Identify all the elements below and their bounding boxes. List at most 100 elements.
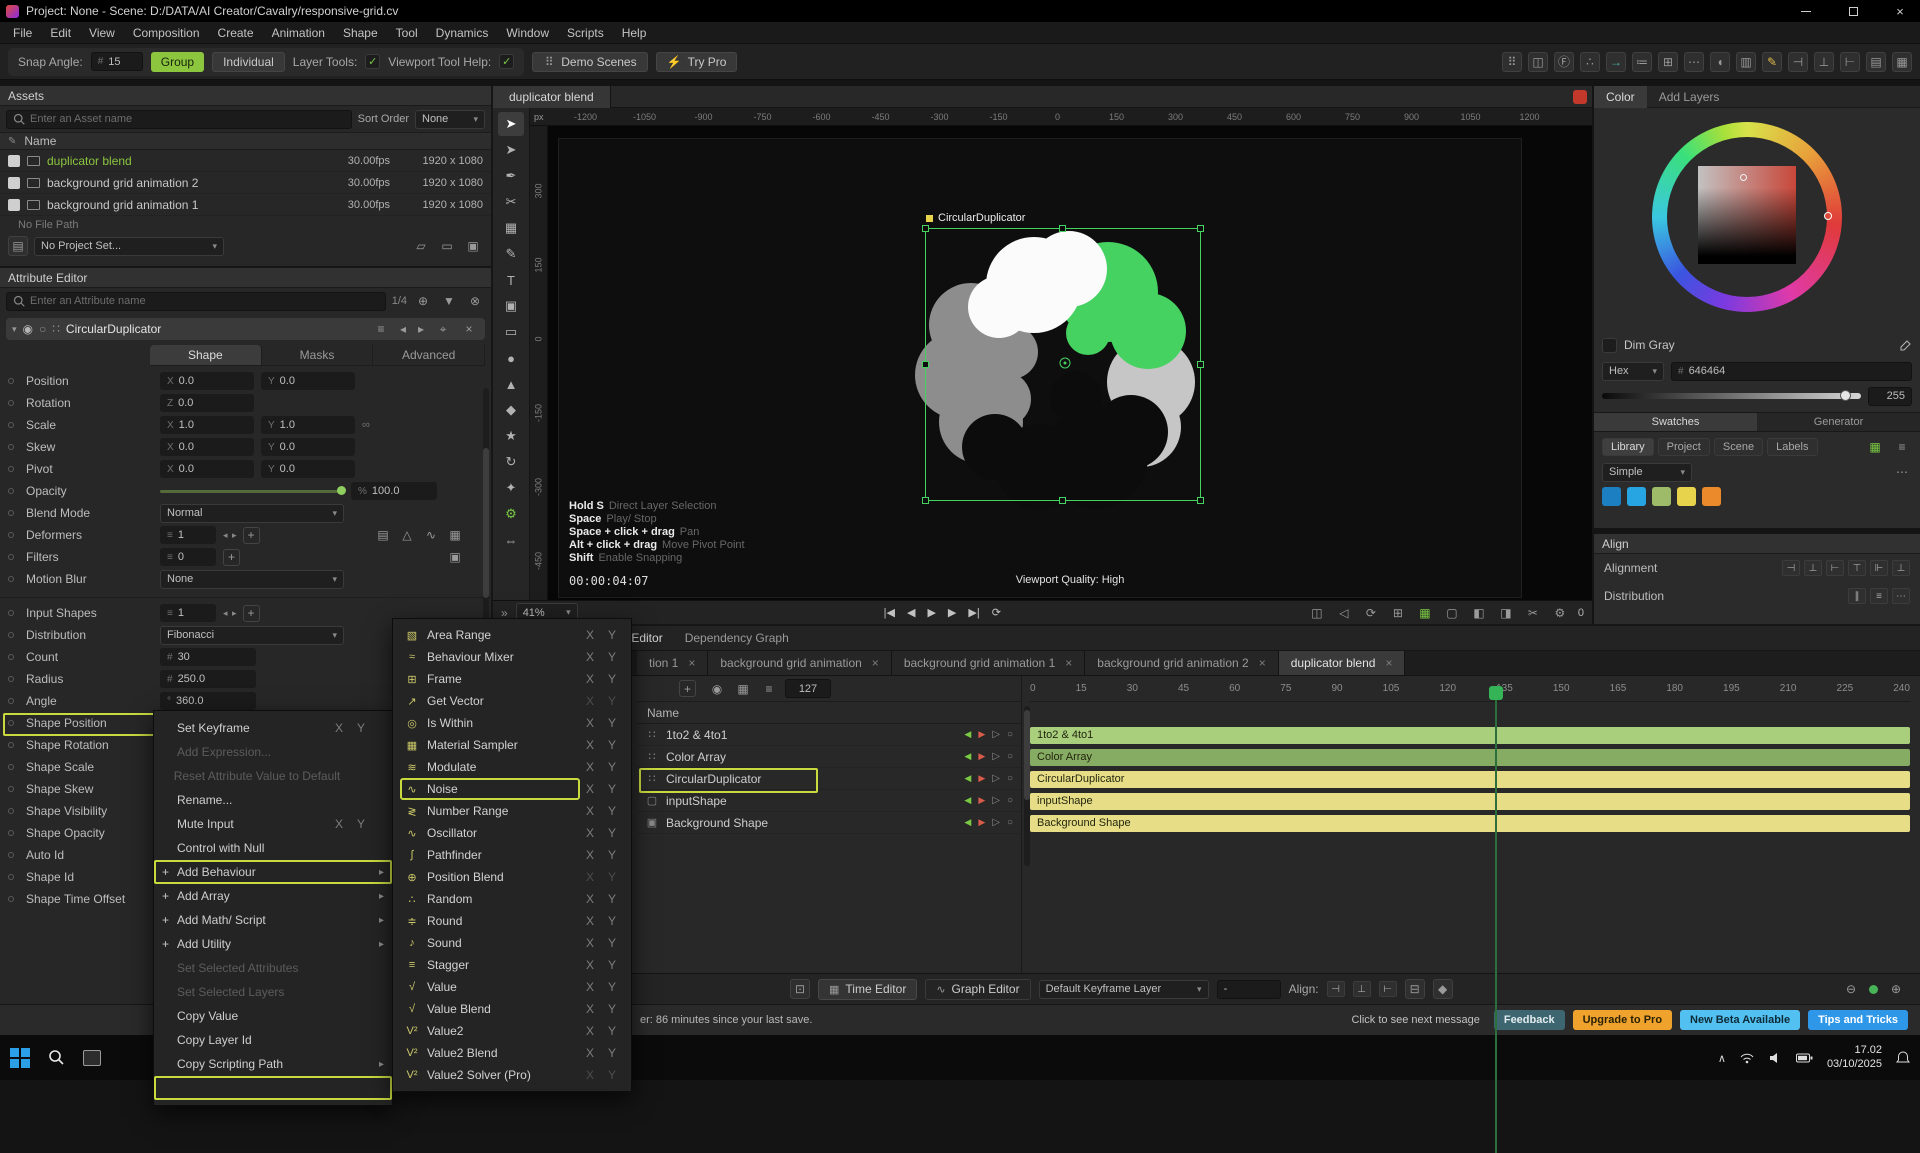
statusbar-button[interactable]: Upgrade to Pro [1573, 1010, 1672, 1030]
prev-frame-icon[interactable]: ◀ [907, 606, 915, 619]
sort-order-dropdown[interactable]: None [415, 110, 485, 129]
align-right-icon[interactable]: ⊢ [1826, 560, 1844, 576]
behaviour-menu-item[interactable]: ≋ Modulate X Y [393, 756, 631, 778]
menubar-item[interactable]: Create [209, 22, 263, 43]
loop-circle-icon[interactable]: ○ [1007, 751, 1013, 762]
sv-selector[interactable] [1740, 174, 1747, 181]
distribute-v-icon[interactable]: ≡ [1870, 588, 1888, 604]
library-tab[interactable]: Library [1602, 438, 1654, 456]
minimize-button[interactable] [1786, 0, 1826, 22]
menubar-item[interactable]: Window [497, 22, 558, 43]
layer-row[interactable]: ∷ CircularDuplicator ◀ ▶ ▷ ○ [637, 768, 1021, 790]
context-menu-item[interactable]: Reset Attribute Value to Default [154, 764, 392, 788]
rotation-z-field[interactable]: Z0.0 [160, 394, 254, 412]
layer-duration-bar[interactable]: Color Array [1030, 749, 1910, 766]
statusbar-button[interactable]: New Beta Available [1680, 1010, 1800, 1030]
radius-field[interactable]: #250.0 [160, 670, 256, 688]
attribute-tab[interactable]: Advanced [373, 345, 485, 365]
next-icon[interactable]: ▸ [415, 319, 427, 339]
distribution-dropdown[interactable]: Fibonacci [160, 626, 344, 645]
footer-value-field[interactable]: - [1217, 980, 1281, 999]
selection-handle[interactable] [1197, 497, 1204, 504]
asset-row[interactable]: background grid animation 1 30.00fps 192… [0, 194, 491, 216]
add-deformer-button[interactable] [243, 527, 260, 544]
layer-duration-bar[interactable]: Background Shape [1030, 815, 1910, 832]
distribute-h-icon[interactable]: ∥ [1848, 588, 1866, 604]
close-icon[interactable] [459, 319, 479, 339]
color-swatch[interactable] [1602, 487, 1621, 506]
timeline[interactable]: 0153045607590105120135150165180195210225… [1030, 676, 1910, 973]
composition-tab[interactable]: background grid animation 2 [1085, 651, 1278, 675]
behaviour-menu-item[interactable]: ∴ Random X Y [393, 888, 631, 910]
attribute-tab[interactable]: Shape [150, 345, 262, 365]
composition-tab[interactable]: background grid animation [708, 651, 891, 675]
motion-blur-dropdown[interactable]: None [160, 570, 344, 589]
context-menu-item[interactable]: Set Selected Layers [154, 980, 392, 1004]
pivot-y-field[interactable]: Y0.0 [261, 460, 355, 478]
behaviour-menu-item[interactable]: ≑ Round X Y [393, 910, 631, 932]
layer-row[interactable]: ∷ Color Array ◀ ▶ ▷ ○ [637, 746, 1021, 768]
list-icon[interactable]: ≡ [371, 319, 391, 339]
snap-grid-icon[interactable]: ⊞ [1388, 603, 1408, 623]
alpha-knob[interactable] [1840, 390, 1851, 401]
ellipse-tool[interactable]: ● [498, 346, 524, 370]
save-icon[interactable]: ▣ [463, 236, 483, 256]
hue-selector[interactable] [1824, 212, 1832, 220]
close-tab-icon[interactable] [1065, 656, 1072, 670]
prev-keyframe-icon[interactable]: ◀ [964, 773, 971, 784]
distribute-space-icon[interactable]: ⋯ [1892, 588, 1910, 604]
polygon-tool[interactable]: ▲ [498, 372, 524, 396]
prev-icon[interactable]: ◂ [397, 319, 409, 339]
color-panel-tab[interactable]: Add Layers [1647, 86, 1732, 108]
solo-icon[interactable]: ○ [39, 322, 46, 336]
screen-icon[interactable]: ▦ [1415, 603, 1435, 623]
loop-icon[interactable]: ⟳ [992, 606, 1001, 619]
color-chip[interactable] [1602, 338, 1617, 353]
play-icon[interactable]: ▶ [927, 606, 935, 619]
context-menu-item[interactable]: Control with Null [154, 836, 392, 860]
behaviour-menu-item[interactable]: V² Value2 Blend X Y [393, 1042, 631, 1064]
columns-icon[interactable]: ⊞ [1658, 52, 1678, 72]
individual-button[interactable]: Individual [212, 52, 285, 72]
export-arrow-icon[interactable]: → [1606, 52, 1626, 72]
graph-editor-button[interactable]: ∿Graph Editor [925, 979, 1030, 1000]
asset-row[interactable]: background grid animation 2 30.00fps 192… [0, 172, 491, 194]
project-set-dropdown[interactable]: No Project Set... [34, 237, 224, 256]
demo-scenes-button[interactable]: ⠿Demo Scenes [532, 52, 647, 72]
composition-tab[interactable]: background grid animation 1 [892, 651, 1085, 675]
timeline-ruler[interactable]: 0153045607590105120135150165180195210225… [1030, 676, 1910, 702]
next-keyframe-icon[interactable]: ▶ [978, 751, 985, 762]
prev-keyframe-icon[interactable]: ◀ [964, 751, 971, 762]
menubar-item[interactable]: Shape [334, 22, 387, 43]
loop-circle-icon[interactable]: ○ [1007, 773, 1013, 784]
color-subtab[interactable]: Swatches [1594, 413, 1757, 431]
alpha-slider[interactable] [1602, 393, 1861, 399]
audio-icon[interactable]: ◁ [1334, 603, 1354, 623]
position-y-field[interactable]: Y0.0 [261, 372, 355, 390]
attr-connector[interactable] [8, 720, 14, 726]
context-menu-item[interactable]: Add Expression... [154, 740, 392, 764]
folder-icon[interactable]: ▱ [411, 236, 431, 256]
zoom-out-icon[interactable]: ⊖ [1841, 979, 1861, 999]
next-keyframe-icon[interactable]: ▶ [978, 729, 985, 740]
behaviour-menu-item[interactable]: ≈ Behaviour Mixer X Y [393, 646, 631, 668]
zoom-slider-handle[interactable] [1869, 985, 1878, 994]
dots-grid-icon[interactable]: ⠿ [1502, 52, 1522, 72]
notification-bell-icon[interactable] [1896, 1051, 1910, 1065]
layer-filter-icon[interactable]: ▦ [733, 679, 753, 699]
behaviour-menu-item[interactable]: ▦ Material Sampler X Y [393, 734, 631, 756]
zoom-in-icon[interactable]: ⊕ [1886, 979, 1906, 999]
behaviour-menu-item[interactable]: ∿ Noise X Y [393, 778, 631, 800]
color-swatch[interactable] [1652, 487, 1671, 506]
loop-circle-icon[interactable]: ○ [1007, 795, 1013, 806]
filter-stack-icon[interactable]: ▣ [445, 547, 465, 567]
selection-handle[interactable] [922, 225, 929, 232]
behaviour-menu-item[interactable]: V² Value2 Solver (Pro) X Y [393, 1064, 631, 1086]
behaviour-menu-item[interactable]: ◎ Is Within X Y [393, 712, 631, 734]
settings-tool[interactable]: ⚙ [498, 502, 524, 526]
close-tab-icon[interactable] [688, 656, 695, 670]
jump-start-icon[interactable]: |◀ [884, 606, 895, 619]
align-right-icon[interactable]: ⊢ [1840, 52, 1860, 72]
align-left-icon[interactable]: ⊣ [1782, 560, 1800, 576]
clear-icon[interactable]: ⊗ [465, 291, 485, 311]
